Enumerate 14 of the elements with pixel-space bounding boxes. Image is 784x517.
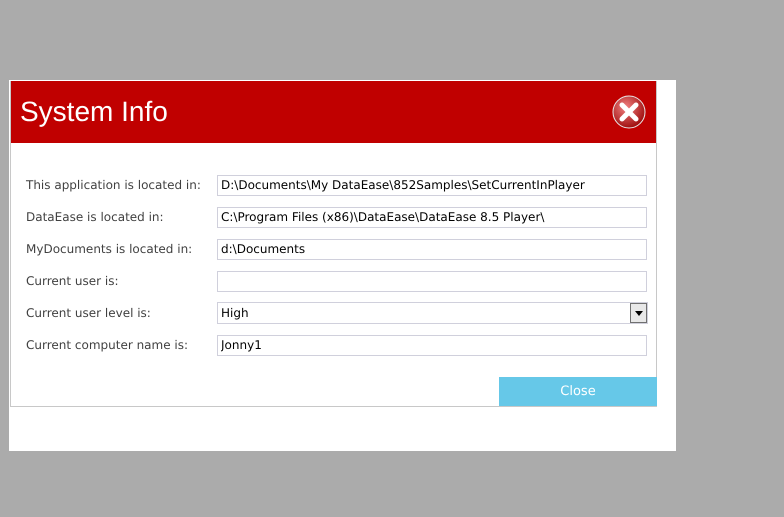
field-label: Current user is: — [26, 273, 120, 290]
input-field[interactable] — [217, 270, 647, 292]
dropdown[interactable]: High — [217, 302, 648, 324]
field-label: Current user level is: — [26, 305, 152, 322]
field-label: Current computer name is: — [26, 337, 190, 354]
field-label: MyDocuments is located in: — [26, 241, 194, 258]
field-label: This application is located in: — [26, 177, 202, 194]
input-field[interactable]: D:\Documents\My DataEase\852Samples\SetCurrentInPlayer — [217, 174, 647, 196]
field-label: DataEase is located in: — [26, 209, 165, 226]
input-field[interactable]: d:\Documents — [217, 238, 647, 260]
close-icon[interactable] — [612, 95, 646, 129]
dropdown-value: High — [220, 305, 249, 322]
window-title: System Info — [20, 95, 168, 129]
input-field[interactable]: C:\Program Files (x86)\DataEase\DataEase 8.5 Player\ — [217, 206, 647, 228]
